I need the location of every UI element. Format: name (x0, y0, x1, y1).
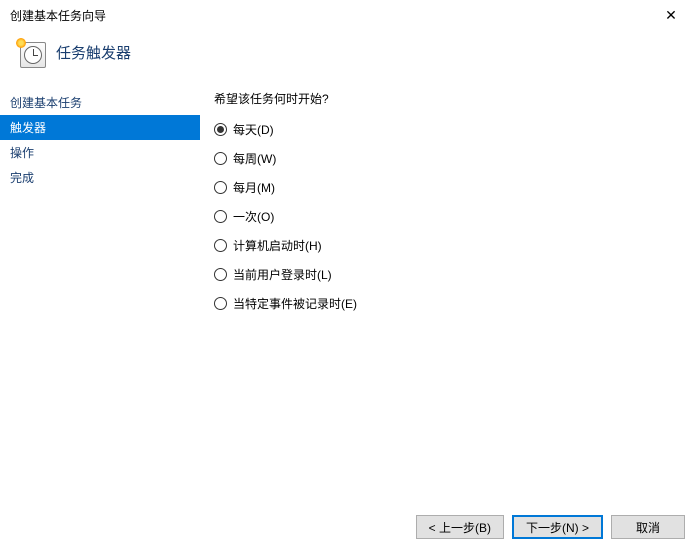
radio-icon (214, 152, 227, 165)
close-button[interactable]: ✕ (651, 1, 691, 29)
sidebar-item-step[interactable]: 创建基本任务 (0, 90, 200, 115)
radio-label: 每月(M) (233, 179, 275, 196)
wizard-body: 创建基本任务触发器操作完成 希望该任务何时开始? 每天(D) 每周(W) 每月(M)… (0, 84, 699, 504)
radio-label: 当特定事件被记录时(E) (233, 295, 357, 312)
sidebar-item-step[interactable]: 完成 (0, 165, 200, 190)
trigger-option[interactable]: 每月(M) (214, 179, 689, 196)
trigger-option[interactable]: 每天(D) (214, 121, 689, 138)
radio-label: 一次(O) (233, 208, 274, 225)
radio-icon (214, 268, 227, 281)
trigger-option[interactable]: 一次(O) (214, 208, 689, 225)
trigger-option[interactable]: 当特定事件被记录时(E) (214, 295, 689, 312)
close-icon: ✕ (665, 7, 677, 24)
radio-label: 每天(D) (233, 121, 274, 138)
window-title: 创建基本任务向导 (10, 7, 106, 24)
radio-icon (214, 239, 227, 252)
radio-label: 当前用户登录时(L) (233, 266, 332, 283)
titlebar: 创建基本任务向导 ✕ (0, 0, 699, 30)
sidebar-item-step[interactable]: 触发器 (0, 115, 200, 140)
trigger-prompt: 希望该任务何时开始? (214, 90, 689, 107)
radio-icon (214, 123, 227, 136)
wizard-content: 希望该任务何时开始? 每天(D) 每周(W) 每月(M) 一次(O) 计算机启动时(H)… (200, 84, 699, 504)
radio-icon (214, 210, 227, 223)
trigger-option[interactable]: 当前用户登录时(L) (214, 266, 689, 283)
page-title: 任务触发器 (56, 42, 131, 63)
wizard-footer: < 上一步(B) 下一步(N) > 取消 (416, 515, 685, 539)
back-button[interactable]: < 上一步(B) (416, 515, 504, 539)
radio-label: 计算机启动时(H) (233, 237, 322, 254)
wizard-header: 任务触发器 (0, 30, 699, 84)
trigger-options-group: 每天(D) 每周(W) 每月(M) 一次(O) 计算机启动时(H) 当前用户登录时(L) 当… (214, 121, 689, 312)
trigger-option[interactable]: 每周(W) (214, 150, 689, 167)
radio-icon (214, 181, 227, 194)
radio-label: 每周(W) (233, 150, 276, 167)
wizard-steps-sidebar: 创建基本任务触发器操作完成 (0, 84, 200, 504)
sidebar-item-step[interactable]: 操作 (0, 140, 200, 165)
radio-icon (214, 297, 227, 310)
next-button[interactable]: 下一步(N) > (512, 515, 603, 539)
trigger-option[interactable]: 计算机启动时(H) (214, 237, 689, 254)
clock-new-icon (14, 36, 46, 68)
cancel-button[interactable]: 取消 (611, 515, 685, 539)
